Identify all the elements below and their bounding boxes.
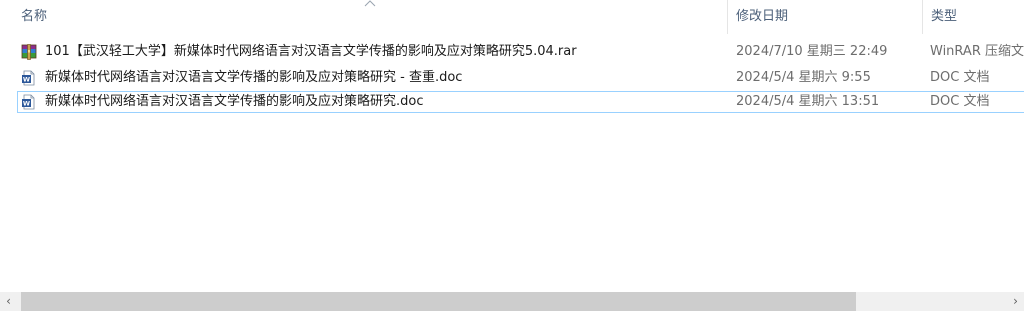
column-header: 名称 修改日期 类型	[0, 0, 1024, 34]
file-type: DOC 文档	[930, 70, 990, 85]
svg-text:W: W	[23, 100, 30, 108]
scroll-right-icon[interactable]: ›	[1007, 292, 1024, 311]
sort-ascending-icon	[364, 0, 376, 7]
scrollbar-thumb[interactable]	[21, 292, 856, 311]
column-header-type[interactable]: 类型	[931, 0, 957, 34]
word-doc-icon: W	[22, 94, 35, 110]
file-type: DOC 文档	[930, 94, 990, 109]
scroll-left-icon[interactable]: ‹	[0, 292, 17, 311]
file-date-modified: 2024/5/4 星期六 9:55	[736, 70, 871, 85]
file-row[interactable]: W 新媒体时代网络语言对汉语言文学传播的影响及应对策略研究.doc 2024/5…	[17, 91, 1024, 113]
horizontal-scrollbar[interactable]: ‹ ›	[0, 292, 1024, 311]
file-date-modified: 2024/7/10 星期三 22:49	[736, 44, 888, 59]
column-header-date-modified[interactable]: 修改日期	[736, 0, 788, 34]
file-name: 新媒体时代网络语言对汉语言文学传播的影响及应对策略研究 - 查重.doc	[45, 70, 463, 85]
svg-text:W: W	[23, 76, 30, 84]
file-row[interactable]: 101【武汉轻工大学】新媒体时代网络语言对汉语言文学传播的影响及应对策略研究5.…	[17, 41, 1024, 63]
winrar-archive-icon	[21, 44, 37, 60]
file-type: WinRAR 压缩文	[930, 44, 1024, 59]
column-divider[interactable]	[727, 0, 728, 34]
word-doc-icon: W	[22, 70, 35, 86]
column-divider[interactable]	[922, 0, 923, 34]
column-header-name[interactable]: 名称	[21, 0, 47, 34]
file-name: 101【武汉轻工大学】新媒体时代网络语言对汉语言文学传播的影响及应对策略研究5.…	[45, 44, 577, 59]
file-name: 新媒体时代网络语言对汉语言文学传播的影响及应对策略研究.doc	[45, 94, 424, 109]
file-date-modified: 2024/5/4 星期六 13:51	[736, 94, 880, 109]
file-row[interactable]: W 新媒体时代网络语言对汉语言文学传播的影响及应对策略研究 - 查重.doc 2…	[17, 67, 1024, 89]
